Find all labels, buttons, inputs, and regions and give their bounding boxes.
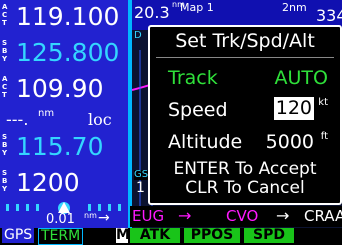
active-tag: ACT [2, 75, 8, 99]
set-trk-spd-alt-dialog: Set Trk/Spd/Alt Track AUTO Speed 120 kt … [148, 25, 342, 205]
clr-hint: CLR To Cancel [185, 178, 305, 198]
loc-label: loc [88, 110, 112, 129]
nav1-info-row: ---. nm loc [0, 108, 128, 131]
softkey-ppos[interactable]: PPOS [184, 228, 240, 243]
altitude-input[interactable]: 5000 [266, 131, 314, 153]
gs-label: GS [134, 169, 149, 180]
com1-standby-row[interactable]: SBY 125.800 [0, 36, 128, 73]
standby-tag: SBY [2, 169, 8, 193]
altitude-unit: ft [320, 131, 328, 142]
softkey-spd[interactable]: SPD [244, 228, 294, 243]
xpdr-row[interactable]: SBY 1200 [0, 166, 128, 203]
nav1-standby-row[interactable]: SBY 115.70 [0, 130, 128, 167]
com1-active-freq: 119.100 [16, 2, 120, 31]
dialog-title: Set Trk/Spd/Alt [175, 30, 315, 52]
gps-label[interactable]: GPS [2, 228, 35, 243]
standby-tag: SBY [2, 133, 8, 157]
track-label: Track [168, 67, 218, 89]
route-active-waypoint: CVO [226, 207, 259, 225]
enter-hint: ENTER To Accept [173, 159, 317, 179]
softkey-m[interactable]: M [116, 228, 130, 243]
speed-unit: kt [318, 97, 328, 108]
title-divider [156, 57, 334, 58]
xpdr-code: 1200 [16, 168, 80, 197]
standby-tag: SBY [2, 39, 8, 63]
altitude-label: Altitude [168, 131, 243, 153]
nav1-active-row[interactable]: ACT 109.90 [0, 72, 128, 109]
term-label[interactable]: TERM [38, 228, 84, 245]
mode-bar: GPS TERM [0, 228, 128, 245]
nav1-standby-freq: 115.70 [16, 132, 104, 161]
route-from: EUG [132, 207, 165, 225]
active-tag: ACT [2, 3, 8, 27]
com1-active-row[interactable]: ACT 119.100 [0, 0, 128, 37]
arrow-right-icon: → [178, 206, 192, 225]
map-range: 2nm [282, 1, 307, 14]
arrow-right-icon: → [98, 210, 110, 226]
arrow-right-icon: → [276, 206, 290, 225]
nav1-active-freq: 109.90 [16, 74, 104, 103]
nav-distance-unit: nm [38, 108, 55, 119]
altitude-readout: 20.3 [134, 3, 170, 22]
nav-distance: ---. [6, 110, 29, 129]
softkey-atk[interactable]: ATK [130, 228, 180, 243]
distance-unit: nm [84, 211, 97, 220]
track-value[interactable]: AUTO [275, 67, 328, 89]
route-bar: EUG → CVO → CRAA [130, 206, 342, 227]
map-label-d: D [134, 30, 142, 41]
gs-value: 1 [136, 180, 145, 196]
map-label: Map 1 [180, 1, 214, 14]
route-next-waypoint: CRAA [304, 207, 342, 225]
com1-standby-freq: 125.800 [16, 38, 120, 67]
heading-readout: 334 [316, 6, 342, 25]
distance-value: 0.01 [46, 212, 75, 227]
speed-input[interactable]: 120 [273, 97, 314, 120]
bearing-strip: 0.01 nm → [0, 202, 128, 228]
speed-label: Speed [168, 99, 228, 121]
